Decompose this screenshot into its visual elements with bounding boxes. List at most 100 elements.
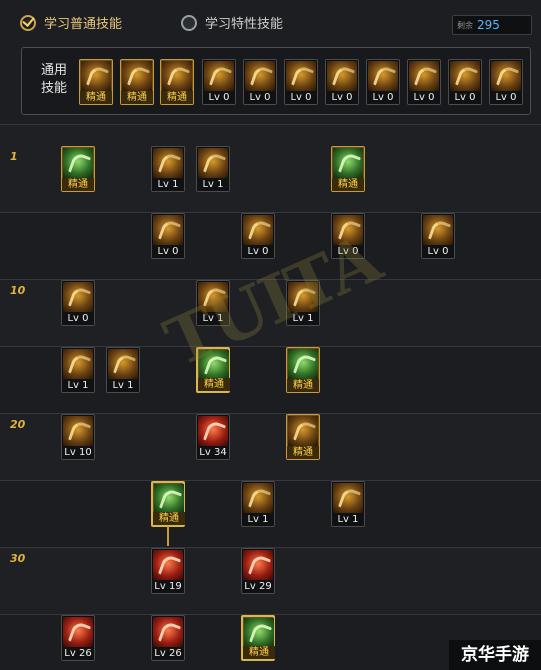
tree-skill-slot[interactable]: 精通 <box>286 414 320 460</box>
tree-skill-slot[interactable]: Lv 19 <box>151 548 185 594</box>
skill-icon <box>153 550 183 580</box>
tree-skill-slot[interactable]: Lv 26 <box>61 615 95 661</box>
skill-icon <box>243 550 273 580</box>
skill-level-label: Lv 1 <box>197 178 229 191</box>
tree-skill-slot[interactable]: 精通 <box>151 481 185 527</box>
skill-level-label: Lv 0 <box>408 91 440 104</box>
skill-level-label: Lv 10 <box>62 446 94 459</box>
skill-icon <box>153 215 183 245</box>
skill-level-label: Lv 0 <box>422 245 454 258</box>
skill-icon <box>286 61 316 91</box>
skill-icon <box>423 215 453 245</box>
tree-skill-slot[interactable]: 精通 <box>286 347 320 393</box>
skill-level-label: Lv 1 <box>242 513 274 526</box>
level-label-30: 30 <box>10 552 26 565</box>
skill-icon <box>153 617 183 647</box>
skill-level-label: 精通 <box>62 178 94 191</box>
skill-level-label: Lv 0 <box>326 91 358 104</box>
tree-skill-slot[interactable]: Lv 1 <box>106 347 140 393</box>
common-skill-slot[interactable]: Lv 0 <box>284 59 318 105</box>
tree-skill-slot[interactable]: Lv 1 <box>196 146 230 192</box>
tree-skill-slot[interactable]: Lv 0 <box>61 280 95 326</box>
radio-empty-icon <box>181 14 197 31</box>
skill-icon <box>243 215 273 245</box>
common-skill-slot[interactable]: 精通 <box>120 59 154 105</box>
skill-icon <box>63 349 93 379</box>
tree-skill-slot[interactable]: 精通 <box>61 146 95 192</box>
skill-icon <box>245 61 275 91</box>
skill-level-label: Lv 26 <box>152 647 184 660</box>
tree-skill-slot[interactable]: Lv 10 <box>61 414 95 460</box>
common-skill-slot[interactable]: Lv 0 <box>407 59 441 105</box>
tab-trait-skills-label: 学习特性技能 <box>205 17 284 32</box>
skill-icon <box>288 349 318 379</box>
skill-level-label: 精通 <box>80 91 112 104</box>
skill-icon <box>450 61 480 91</box>
skill-level-label: Lv 0 <box>367 91 399 104</box>
tree-skill-slot[interactable]: Lv 1 <box>61 347 95 393</box>
skill-icon <box>108 349 138 379</box>
skill-level-label: 精通 <box>153 512 185 525</box>
skill-icon <box>63 282 93 312</box>
common-skills-label: 通用 技能 <box>40 63 67 96</box>
skill-level-label: 精通 <box>161 91 193 104</box>
skill-level-label: Lv 34 <box>197 446 229 459</box>
common-skill-slot[interactable]: 精通 <box>79 59 113 105</box>
common-skill-slot[interactable]: Lv 0 <box>366 59 400 105</box>
common-skill-slot[interactable]: Lv 0 <box>489 59 523 105</box>
tree-skill-slot[interactable]: Lv 34 <box>196 414 230 460</box>
skill-icon <box>63 416 93 446</box>
skill-level-label: Lv 0 <box>152 245 184 258</box>
common-skill-slot[interactable]: Lv 0 <box>243 59 277 105</box>
tree-skill-slot[interactable]: Lv 1 <box>241 481 275 527</box>
tree-skill-slot[interactable]: Lv 26 <box>151 615 185 661</box>
level-label-20: 20 <box>10 418 26 431</box>
skill-icon <box>288 416 318 446</box>
common-skills-box: 通用 技能 精通 精通 精通 Lv 0 Lv 0 Lv 0 Lv 0 Lv 0 Lv 0 Lv 0L… <box>21 47 531 115</box>
skill-level-label: Lv 0 <box>490 91 522 104</box>
tree-skill-slot[interactable]: Lv 29 <box>241 548 275 594</box>
tab-normal-skills-label: 学习普通技能 <box>44 17 123 32</box>
tree-skill-slot[interactable]: 精通 <box>331 146 365 192</box>
tree-skill-slot[interactable]: Lv 1 <box>151 146 185 192</box>
common-skill-slot[interactable]: Lv 0 <box>448 59 482 105</box>
tree-skill-slot[interactable]: Lv 0 <box>241 213 275 259</box>
tree-skill-slot[interactable]: Lv 1 <box>331 481 365 527</box>
skill-icon <box>63 617 93 647</box>
skill-level-label: Lv 1 <box>332 513 364 526</box>
skill-icon <box>368 61 398 91</box>
skill-points-value: 295 <box>477 18 500 32</box>
tree-skill-slot[interactable]: Lv 0 <box>421 213 455 259</box>
common-skill-slot[interactable]: Lv 0 <box>325 59 359 105</box>
skill-level-label: Lv 1 <box>152 178 184 191</box>
skill-icon <box>198 416 228 446</box>
skill-icon <box>204 61 234 91</box>
radio-checked-icon <box>20 14 36 31</box>
skill-link-line <box>167 526 169 546</box>
skill-level-label: Lv 1 <box>62 379 94 392</box>
skill-icon <box>198 148 228 178</box>
skill-level-label: 精通 <box>287 446 319 459</box>
common-skill-slot[interactable]: Lv 0 <box>202 59 236 105</box>
tab-trait-skills[interactable]: 学习特性技能 <box>181 13 283 32</box>
skill-icon <box>333 483 363 513</box>
tree-skill-slot[interactable]: 精通 <box>241 615 275 661</box>
skill-level-label: Lv 19 <box>152 580 184 593</box>
common-skill-slot[interactable]: 精通 <box>160 59 194 105</box>
level-label-10: 10 <box>10 284 26 297</box>
skill-level-label: 精通 <box>243 646 275 659</box>
skill-level-label: Lv 0 <box>244 91 276 104</box>
skill-level-label: Lv 29 <box>242 580 274 593</box>
tab-normal-skills[interactable]: 学习普通技能 <box>20 13 122 32</box>
skill-level-label: 精通 <box>287 379 319 392</box>
skill-points-label: 剩余 <box>457 20 473 30</box>
skill-panel-header: 学习普通技能 学习特性技能 剩余 295 通用 技能 精通 精通 精通 Lv 0 Lv 0… <box>0 0 541 124</box>
skill-points-display: 剩余 295 <box>452 15 532 35</box>
skill-level-label: Lv 0 <box>203 91 235 104</box>
skill-level-label: 精通 <box>121 91 153 104</box>
level-label-1: 1 <box>10 150 18 163</box>
tree-skill-slot[interactable]: Lv 0 <box>151 213 185 259</box>
skill-level-label: 精通 <box>198 378 230 391</box>
site-logo: 京华手游 <box>449 640 541 670</box>
skill-icon <box>491 61 521 91</box>
